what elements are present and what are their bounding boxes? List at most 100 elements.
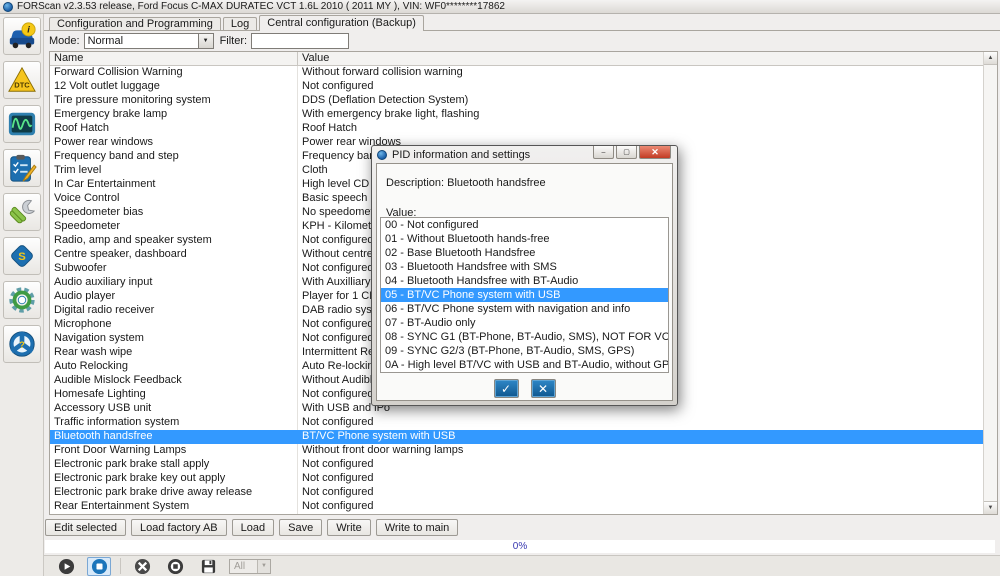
stop-icon: [91, 558, 108, 575]
write-button[interactable]: Write: [327, 519, 370, 536]
row-name: In Car Entertainment: [50, 178, 298, 192]
window-title: FORScan v2.3.53 release, Ford Focus C-MA…: [17, 1, 505, 12]
row-name: Frequency band and step: [50, 150, 298, 164]
table-row[interactable]: Emergency brake lampWith emergency brake…: [50, 108, 997, 122]
dialog-window-controls: ‒ ▢ ✕: [591, 146, 671, 159]
row-value: Not configured: [298, 472, 997, 486]
window-titlebar: FORScan v2.3.53 release, Ford Focus C-MA…: [0, 0, 1000, 14]
dialog-option[interactable]: 07 - BT-Audio only: [381, 316, 668, 330]
table-row[interactable]: Traffic information systemNot configured: [50, 416, 997, 430]
test-button[interactable]: [130, 557, 154, 576]
sidebar-item-service[interactable]: [3, 193, 41, 231]
table-scrollbar[interactable]: ▲ ▼: [983, 52, 997, 514]
table-row[interactable]: Electronic park brake drive away release…: [50, 486, 997, 500]
sidebar-item-programming[interactable]: S: [3, 237, 41, 275]
dialog-option[interactable]: 08 - SYNC G1 (BT-Phone, BT-Audio, SMS), …: [381, 330, 668, 344]
table-row[interactable]: 12 Volt outlet luggageNot configured: [50, 80, 997, 94]
row-name: Audible Mislock Feedback: [50, 374, 298, 388]
row-name: Power rear windows: [50, 136, 298, 150]
cancel-button[interactable]: ✕: [531, 379, 556, 398]
filter-input[interactable]: [251, 33, 349, 49]
row-name: Homesafe Lighting: [50, 388, 298, 402]
dialog-option[interactable]: 00 - Not configured: [381, 218, 668, 232]
stop-button[interactable]: [87, 557, 111, 576]
module-filter-dropdown[interactable]: All ▼: [229, 559, 271, 574]
row-name: Voice Control: [50, 192, 298, 206]
play-button[interactable]: [54, 557, 78, 576]
row-name: Electronic park brake key out apply: [50, 472, 298, 486]
table-row[interactable]: Roof HatchRoof Hatch: [50, 122, 997, 136]
row-name: Electronic park brake drive away release: [50, 486, 298, 500]
dialog-option[interactable]: 06 - BT/VC Phone system with navigation …: [381, 302, 668, 316]
maximize-button[interactable]: ▢: [616, 146, 637, 159]
save-log-button[interactable]: [196, 557, 220, 576]
column-header-name[interactable]: Name: [50, 52, 298, 65]
row-name: Roof Hatch: [50, 122, 298, 136]
load-factory-ab-button[interactable]: Load factory AB: [131, 519, 227, 536]
tab-log[interactable]: Log: [223, 17, 257, 30]
sidebar-item-dtc[interactable]: DTC: [3, 61, 41, 99]
row-value: Without forward collision warning: [298, 66, 997, 80]
svg-text:DTC: DTC: [14, 81, 30, 90]
minimize-button[interactable]: ‒: [593, 146, 614, 159]
table-header: Name Value: [50, 52, 997, 66]
row-name: Electronic park brake stall apply: [50, 458, 298, 472]
sidebar-item-vehicle-info[interactable]: i: [3, 17, 41, 55]
dialog-option[interactable]: 02 - Base Bluetooth Handsfree: [381, 246, 668, 260]
ok-button[interactable]: ✓: [494, 379, 519, 398]
dialog-option[interactable]: 01 - Without Bluetooth hands-free: [381, 232, 668, 246]
sidebar-item-tests[interactable]: [3, 149, 41, 187]
dialog-option[interactable]: 05 - BT/VC Phone system with USB: [381, 288, 668, 302]
svg-text:i: i: [27, 25, 30, 35]
module-filter-value: All: [234, 561, 245, 572]
mode-dropdown[interactable]: Normal ▼: [84, 33, 214, 49]
app-icon: [3, 2, 13, 12]
tab-configuration-and-programming[interactable]: Configuration and Programming: [49, 17, 221, 30]
row-name: Speedometer: [50, 220, 298, 234]
sidebar-item-oscilloscope[interactable]: [3, 105, 41, 143]
sidebar-item-help[interactable]: ?: [3, 325, 41, 363]
dialog-actions: ✓ ✕: [377, 379, 672, 398]
table-row[interactable]: Forward Collision WarningWithout forward…: [50, 66, 997, 80]
column-header-value[interactable]: Value: [298, 52, 997, 65]
record-stop-icon: [167, 558, 184, 575]
tab-central-configuration-backup[interactable]: Central configuration (Backup): [259, 15, 424, 31]
save-button[interactable]: Save: [279, 519, 322, 536]
toolbar-divider: [120, 558, 121, 574]
row-name: Tire pressure monitoring system: [50, 94, 298, 108]
row-name: 12 Volt outlet luggage: [50, 80, 298, 94]
row-name: Audio player: [50, 290, 298, 304]
row-value: With emergency brake light, flashing: [298, 108, 997, 122]
row-name: Subwoofer: [50, 262, 298, 276]
table-row[interactable]: Bluetooth handsfreeBT/VC Phone system wi…: [50, 430, 997, 444]
dialog-option[interactable]: 09 - SYNC G2/3 (BT-Phone, BT-Audio, SMS,…: [381, 344, 668, 358]
dialog-option[interactable]: 04 - Bluetooth Handsfree with BT-Audio: [381, 274, 668, 288]
row-name: Audio auxiliary input: [50, 276, 298, 290]
table-row[interactable]: Electronic park brake stall applyNot con…: [50, 458, 997, 472]
table-row[interactable]: Rear Entertainment SystemNot configured: [50, 500, 997, 514]
row-value: Not configured: [298, 500, 997, 514]
service-icon: [7, 197, 37, 227]
row-name: Forward Collision Warning: [50, 66, 298, 80]
edit-selected-button[interactable]: Edit selected: [45, 519, 126, 536]
row-value: Not configured: [298, 458, 997, 472]
dialog-option[interactable]: 03 - Bluetooth Handsfree with SMS: [381, 260, 668, 274]
dialog-option[interactable]: 0A - High level BT/VC with USB and BT-Au…: [381, 358, 668, 372]
sidebar-item-configuration[interactable]: [3, 281, 41, 319]
scroll-up-icon[interactable]: ▲: [984, 52, 997, 65]
table-row[interactable]: Electronic park brake key out applyNot c…: [50, 472, 997, 486]
filter-bar: Mode: Normal ▼ Filter:: [49, 32, 349, 50]
close-button[interactable]: ✕: [639, 146, 671, 159]
configuration-icon: [7, 285, 37, 315]
record-stop-button[interactable]: [163, 557, 187, 576]
table-row[interactable]: Tire pressure monitoring systemDDS (Defl…: [50, 94, 997, 108]
scroll-down-icon[interactable]: ▼: [984, 501, 997, 514]
row-name: Rear Entertainment System: [50, 500, 298, 514]
svg-text:?: ?: [19, 340, 25, 350]
table-row[interactable]: Front Door Warning LampsWithout front do…: [50, 444, 997, 458]
write-to-main-button[interactable]: Write to main: [376, 519, 459, 536]
player-toolbar: All ▼: [44, 555, 1000, 576]
load-button[interactable]: Load: [232, 519, 274, 536]
programming-icon: S: [7, 241, 37, 271]
chevron-down-icon[interactable]: ▼: [198, 34, 213, 48]
